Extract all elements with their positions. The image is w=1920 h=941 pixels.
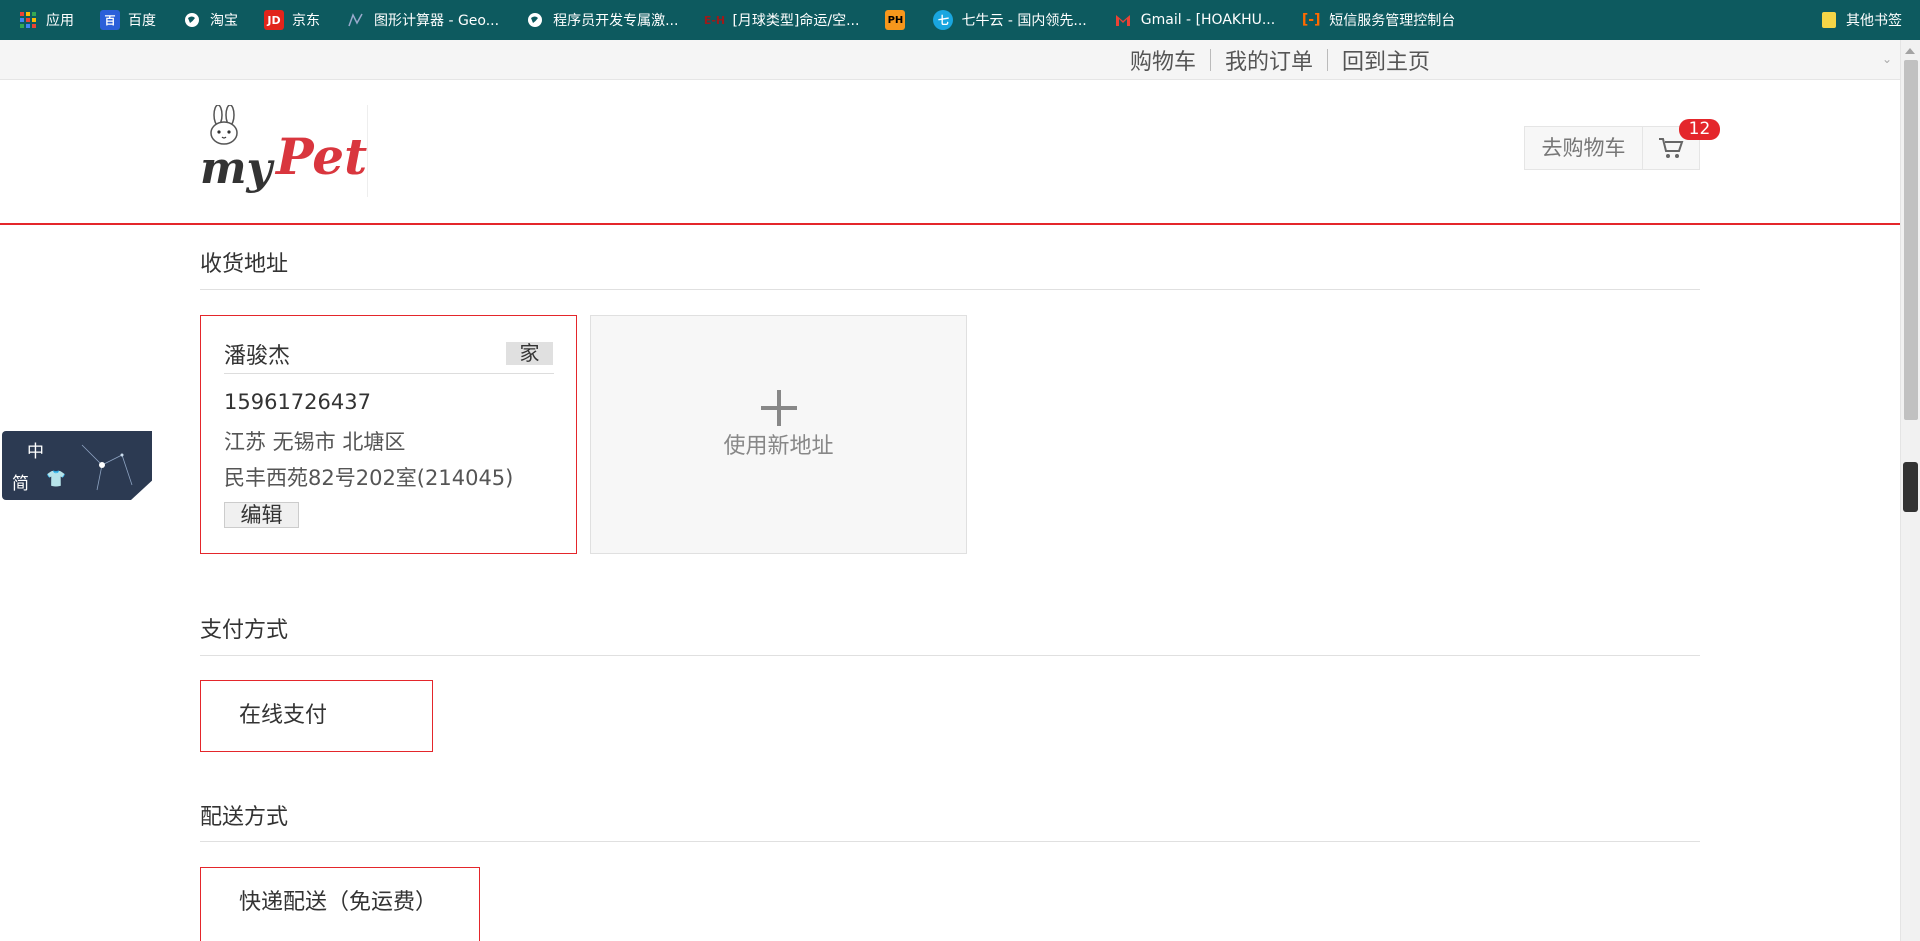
- shirt-icon: 👕: [46, 469, 66, 488]
- bookmark-apps[interactable]: 应用: [18, 10, 74, 30]
- bookmark-label: 图形计算器 - Geo...: [374, 13, 500, 29]
- apps-grid-icon: [18, 10, 38, 30]
- bookmark-aliyun[interactable]: [-] 短信服务管理控制台: [1301, 10, 1455, 30]
- payment-option-online[interactable]: 在线支付: [200, 680, 433, 752]
- bookmark-label: 百度: [128, 13, 156, 29]
- payment-section-title: 支付方式: [200, 618, 289, 643]
- bookmark-dev[interactable]: 程序员开发专属激...: [525, 10, 678, 30]
- bookmark-gmail[interactable]: Gmail - [HOAKHU...: [1113, 10, 1275, 30]
- scroll-up-icon[interactable]: [1905, 48, 1915, 54]
- section-divider: [200, 841, 1700, 842]
- gmail-icon: [1113, 10, 1133, 30]
- geogebra-icon: [346, 10, 366, 30]
- plus-icon: [761, 390, 797, 426]
- ph-icon: PH: [885, 10, 906, 30]
- address-card-selected[interactable]: 潘骏杰 家 15961726437 江苏 无锡市 北塘区 民丰西苑82号202室…: [200, 315, 577, 554]
- eh-icon: E-H: [703, 13, 726, 27]
- new-address-label: 使用新地址: [723, 434, 834, 459]
- nav-cart-link[interactable]: 购物车: [1130, 44, 1196, 76]
- ime-script-char: 简: [12, 474, 29, 494]
- bookmark-label: 应用: [46, 13, 74, 29]
- bookmark-label: 淘宝: [210, 13, 238, 29]
- nav-home-link[interactable]: 回到主页: [1342, 44, 1430, 76]
- edit-address-button[interactable]: 编辑: [224, 502, 299, 528]
- other-bookmarks-label: 其他书签: [1846, 13, 1902, 29]
- cart-count-badge: 12: [1679, 119, 1720, 140]
- bookmark-label: 七牛云 - 国内领先...: [961, 13, 1087, 29]
- address-section-title: 收货地址: [200, 252, 289, 277]
- bookmark-label: 程序员开发专属激...: [553, 13, 679, 29]
- chevron-down-icon: ⌄: [1881, 52, 1892, 66]
- top-nav: 购物车 我的订单 回到主页: [0, 40, 1900, 80]
- divider: [1326, 49, 1328, 71]
- bookmark-jd[interactable]: JD 京东: [264, 10, 320, 30]
- other-bookmarks[interactable]: 其他书签: [1822, 0, 1902, 40]
- go-to-cart-label: 去购物车: [1525, 127, 1643, 169]
- section-divider: [200, 289, 1700, 290]
- bookmark-label: [月球类型]命运/空...: [732, 13, 860, 29]
- logo-text-my: my: [200, 143, 273, 194]
- bookmark-label: 京东: [292, 13, 320, 29]
- bookmarks-bar: 应用 百 百度 淘宝 JD 京东 图形计算器 - Geo... 程序员开发专属激…: [0, 0, 1920, 40]
- globe-icon: [525, 10, 545, 30]
- bookmark-label: Gmail - [HOAKHU...: [1140, 12, 1276, 28]
- qiniu-icon: 七: [933, 10, 954, 30]
- ime-floating-widget[interactable]: 中 简 👕: [2, 431, 152, 500]
- recipient-phone: 15961726437: [224, 390, 371, 414]
- bookmark-geogebra[interactable]: 图形计算器 - Geo...: [346, 10, 499, 30]
- bookmark-qiniu[interactable]: 七 七牛云 - 国内领先...: [933, 10, 1087, 30]
- address-region: 江苏 无锡市 北塘区: [224, 430, 406, 454]
- delivery-section-title: 配送方式: [200, 805, 289, 830]
- baidu-icon: 百: [100, 10, 120, 30]
- ime-mode-char: 中: [27, 442, 44, 462]
- nav-orders-link[interactable]: 我的订单: [1225, 44, 1313, 76]
- constellation-icon: [81, 444, 133, 491]
- logo-text-pet: Pet: [276, 127, 368, 186]
- divider: [224, 373, 554, 374]
- bookmark-eh[interactable]: E-H [月球类型]命运/空...: [703, 10, 860, 30]
- bookmark-ph[interactable]: PH: [885, 10, 913, 30]
- header-divider: [0, 223, 1900, 225]
- divider: [1209, 49, 1211, 71]
- delivery-option-express[interactable]: 快递配送（免运费）: [200, 867, 480, 941]
- bookmark-label: 短信服务管理控制台: [1329, 13, 1456, 29]
- aliyun-icon: [-]: [1301, 12, 1321, 28]
- address-tag: 家: [506, 342, 553, 365]
- go-to-cart-button[interactable]: 去购物车: [1524, 126, 1700, 170]
- recipient-name: 潘骏杰: [224, 344, 291, 369]
- address-street: 民丰西苑82号202室(214045): [224, 466, 514, 490]
- scrollbar-thumb[interactable]: [1904, 60, 1918, 420]
- side-panel-handle[interactable]: [1903, 462, 1918, 512]
- top-nav-links: 购物车 我的订单 回到主页: [1130, 40, 1430, 80]
- globe-icon: [182, 10, 202, 30]
- bookmark-taobao[interactable]: 淘宝: [182, 10, 238, 30]
- site-logo[interactable]: my Pet: [200, 105, 368, 197]
- folder-icon: [1822, 12, 1836, 28]
- bookmark-baidu[interactable]: 百 百度: [100, 10, 156, 30]
- jd-icon: JD: [264, 10, 284, 30]
- new-address-button[interactable]: 使用新地址: [590, 315, 967, 554]
- section-divider: [200, 655, 1700, 656]
- bunny-icon: [210, 105, 238, 145]
